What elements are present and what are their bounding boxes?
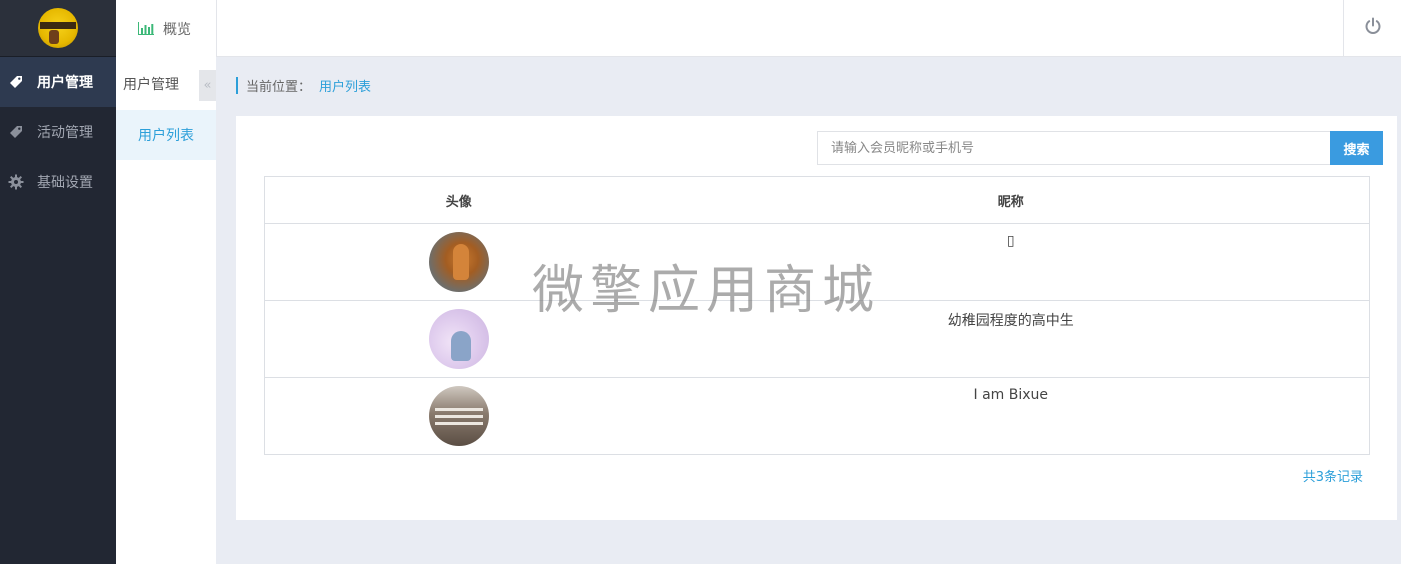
nickname-cell: I am Bixue — [652, 377, 1370, 455]
collapse-button[interactable]: « — [199, 70, 216, 101]
main-sidebar: 用户管理 活动管理 基础设置 — [0, 0, 116, 564]
top-header — [216, 0, 1401, 57]
column-header-nickname: 昵称 — [652, 176, 1370, 224]
subnav-title: 用户管理 — [123, 77, 179, 93]
tag-icon — [8, 124, 24, 140]
table-header-row: 头像 昵称 — [264, 176, 1370, 224]
avatar-cell — [264, 300, 653, 378]
overview-label: 概览 — [163, 21, 191, 38]
app-logo[interactable] — [38, 8, 78, 48]
overview-link[interactable]: 概览 — [116, 0, 216, 57]
user-avatar — [428, 232, 489, 292]
breadcrumb-current[interactable]: 用户列表 — [319, 76, 371, 95]
content-panel: 搜索 头像 昵称 ▯ 幼稚园程度的高中生 I am Bixue 共3条记录 — [236, 116, 1397, 520]
sidebar-item-label: 用户管理 — [37, 75, 93, 91]
logout-button[interactable] — [1343, 0, 1401, 56]
search-button[interactable]: 搜索 — [1330, 131, 1383, 165]
nickname-cell: 幼稚园程度的高中生 — [652, 300, 1370, 378]
table-row: ▯ — [264, 223, 1370, 301]
user-avatar — [428, 386, 489, 446]
subnav-item-user-list[interactable]: 用户列表 — [116, 110, 216, 160]
table-row: I am Bixue — [264, 377, 1370, 455]
table-row: 幼稚园程度的高中生 — [264, 300, 1370, 378]
total-records: 共3条记录 — [1302, 470, 1363, 485]
logo-area — [0, 0, 116, 57]
search-input[interactable] — [817, 131, 1330, 165]
sidebar-item-label: 活动管理 — [37, 125, 93, 141]
gear-icon — [8, 174, 24, 190]
avatar-cell — [264, 223, 653, 301]
sidebar-item-activity-management[interactable]: 活动管理 — [0, 107, 116, 157]
column-header-avatar: 头像 — [264, 176, 653, 224]
subnav-header: 用户管理 « — [116, 57, 216, 109]
user-table: 头像 昵称 ▯ 幼稚园程度的高中生 I am Bixue — [264, 176, 1370, 455]
tag-icon — [8, 74, 24, 90]
nickname-text: ▯ — [1006, 233, 1015, 249]
subnav-item-label: 用户列表 — [138, 128, 194, 144]
nickname-cell: ▯ — [652, 223, 1370, 301]
user-avatar — [428, 309, 489, 369]
breadcrumb-label: 当前位置： — [246, 80, 312, 95]
nickname-text: 幼稚园程度的高中生 — [947, 313, 1074, 329]
breadcrumb: 当前位置： 用户列表 — [236, 76, 371, 95]
avatar-cell — [264, 377, 653, 455]
sidebar-item-basic-settings[interactable]: 基础设置 — [0, 157, 116, 207]
chevron-left-icon: « — [203, 78, 212, 93]
sidebar-item-user-management[interactable]: 用户管理 — [0, 57, 116, 107]
nickname-text: I am Bixue — [973, 387, 1048, 403]
power-icon — [1364, 17, 1382, 39]
sidebar-item-label: 基础设置 — [37, 175, 93, 191]
bar-chart-icon — [138, 22, 154, 35]
